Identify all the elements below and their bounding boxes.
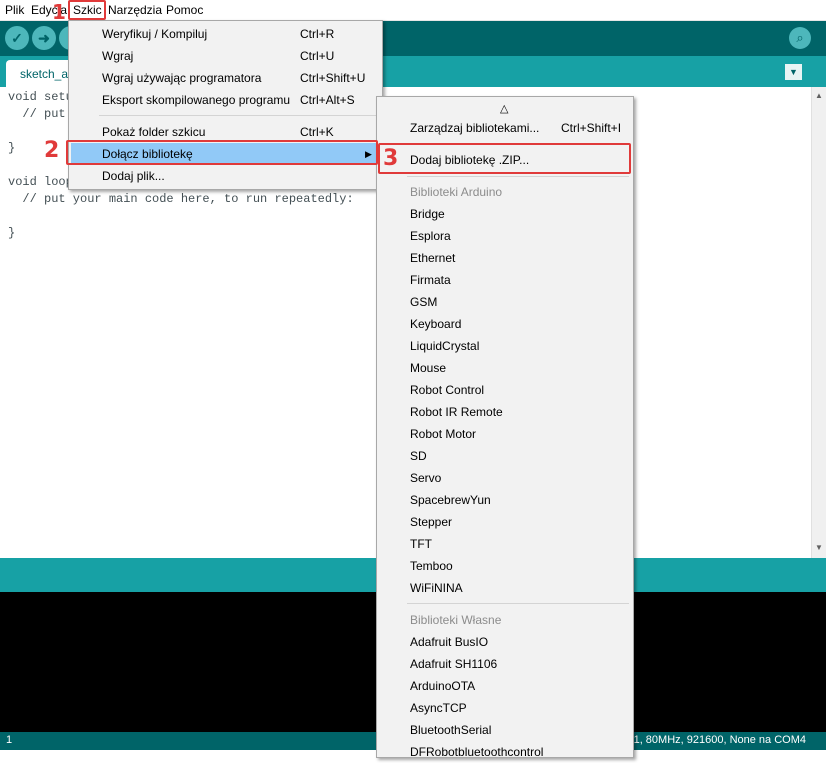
menu-pomoc[interactable]: Pomoc	[166, 0, 203, 20]
menu-plik[interactable]: Plik	[5, 0, 24, 20]
code-line: }	[8, 141, 16, 155]
status-board-info: V1, 80MHz, 921600, None na COM4	[626, 734, 806, 746]
library-item[interactable]: Esplora	[410, 225, 451, 247]
menu-narzedzia[interactable]: Narzędzia	[108, 0, 162, 20]
library-item[interactable]: SD	[410, 445, 427, 467]
library-item[interactable]: Robot Motor	[410, 423, 476, 445]
code-line: // put	[8, 107, 66, 121]
scroll-down-icon[interactable]: ▼	[815, 543, 823, 552]
library-item[interactable]: SpacebrewYun	[410, 489, 491, 511]
library-item[interactable]: TFT	[410, 533, 432, 555]
scroll-up-icon[interactable]: ▲	[815, 91, 823, 100]
library-item[interactable]: Robot Control	[410, 379, 484, 401]
library-item[interactable]: BluetoothSerial	[410, 719, 491, 741]
library-item[interactable]: Keyboard	[410, 313, 461, 335]
library-item[interactable]: Bridge	[410, 203, 445, 225]
tab-menu-button[interactable]: ▼	[785, 64, 802, 80]
library-item[interactable]: DFRobotbluetoothcontrol	[410, 741, 543, 763]
upload-button[interactable]: ➜	[32, 26, 56, 50]
library-submenu: △ Zarządzaj bibliotekami... Ctrl+Shift+I…	[376, 96, 634, 759]
arrow-right-icon: ➜	[38, 30, 50, 46]
code-line: // put your main code here, to run repea…	[8, 192, 354, 206]
menu-item-add-file[interactable]: Dodaj plik...	[102, 165, 165, 187]
library-item[interactable]: ArduinoOTA	[410, 675, 475, 697]
serial-monitor-button[interactable]: ⌕	[789, 27, 811, 49]
library-item[interactable]: GSM	[410, 291, 437, 313]
code-line: }	[8, 226, 16, 240]
annotation-number-2: 2	[44, 138, 60, 163]
shortcut-manage-libraries: Ctrl+Shift+I	[561, 121, 622, 135]
library-item[interactable]: LiquidCrystal	[410, 335, 479, 357]
section-header-own-libraries: Biblioteki Własne	[410, 613, 502, 627]
library-item[interactable]: WiFiNINA	[410, 577, 463, 599]
status-line-number: 1	[6, 734, 13, 746]
menu-bar: Plik Edycja Szkic Narzędzia Pomoc	[0, 0, 826, 21]
menu-separator	[407, 603, 629, 604]
library-item[interactable]: Mouse	[410, 357, 446, 379]
menu-item-manage-libraries[interactable]: Zarządzaj bibliotekami...	[410, 117, 539, 139]
section-header-arduino-libraries: Biblioteki Arduino	[410, 185, 503, 199]
code-line: void loop	[8, 175, 73, 189]
library-item[interactable]: Temboo	[410, 555, 453, 577]
menu-item-export-binary[interactable]: Eksport skompilowanego programu	[102, 89, 290, 111]
code-line: void setu	[8, 90, 73, 104]
annotation-box-include-library	[66, 140, 378, 165]
verify-button[interactable]: ✓	[5, 26, 29, 50]
shortcut-upload: Ctrl+U	[300, 49, 335, 63]
menu-item-upload-programmer[interactable]: Wgraj używając programatora	[102, 67, 261, 89]
shortcut-upload-programmer: Ctrl+Shift+U	[300, 71, 366, 85]
library-item[interactable]: AsyncTCP	[410, 697, 467, 719]
editor-scrollbar[interactable]: ▲ ▼	[811, 87, 826, 558]
library-item[interactable]: Firmata	[410, 269, 451, 291]
library-item[interactable]: Adafruit SH1106	[410, 653, 497, 675]
menu-separator	[99, 115, 379, 116]
library-item[interactable]: Adafruit BusIO	[410, 631, 488, 653]
library-item[interactable]: Stepper	[410, 511, 452, 533]
library-item[interactable]: Ethernet	[410, 247, 455, 269]
annotation-box-szkic	[68, 0, 106, 20]
library-item[interactable]: Servo	[410, 467, 441, 489]
shortcut-verify: Ctrl+R	[300, 27, 335, 41]
menu-item-verify[interactable]: Weryfikuj / Kompiluj	[102, 23, 207, 45]
library-item[interactable]: Robot IR Remote	[410, 401, 503, 423]
annotation-number-1: 1	[52, 0, 66, 24]
chevron-down-icon: ▼	[789, 67, 798, 77]
magnifier-icon: ⌕	[796, 30, 804, 45]
tab-label: sketch_a	[20, 67, 69, 81]
check-icon: ✓	[11, 30, 23, 46]
menu-item-upload[interactable]: Wgraj	[102, 45, 133, 67]
annotation-box-add-zip	[378, 143, 631, 174]
annotation-number-3: 3	[383, 146, 399, 171]
shortcut-export-binary: Ctrl+Alt+S	[300, 93, 355, 107]
menu-separator	[407, 176, 629, 177]
